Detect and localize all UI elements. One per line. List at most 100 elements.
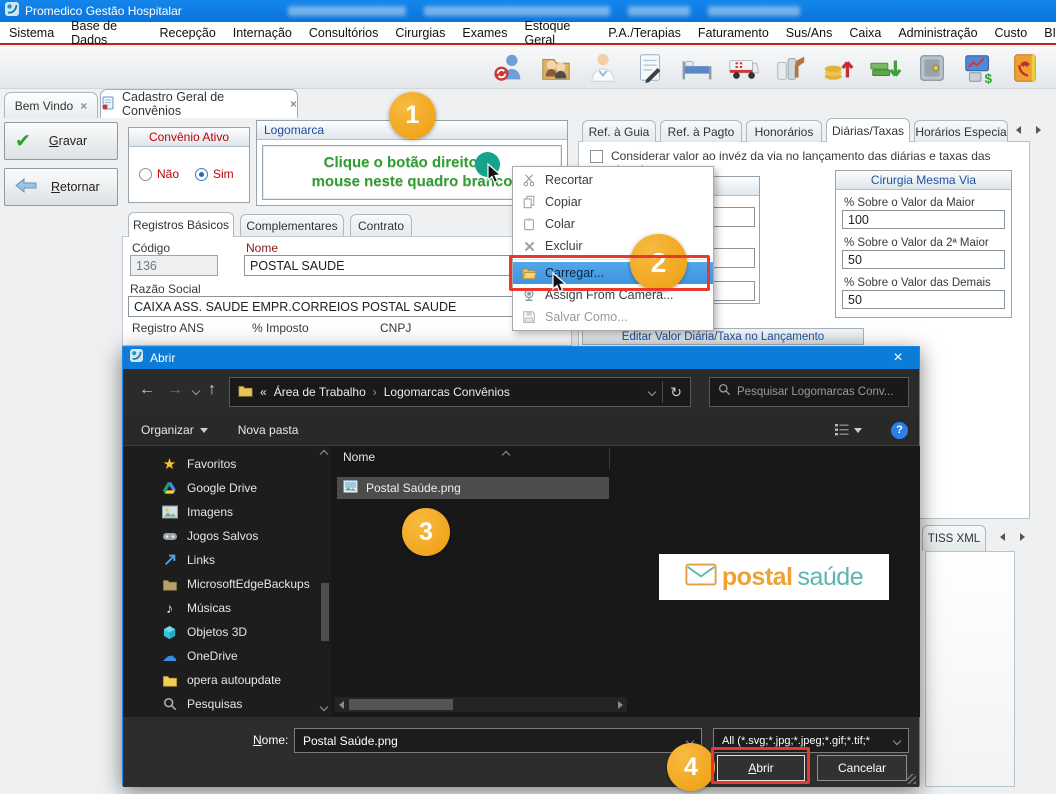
tab-cadastro-convenios[interactable]: Cadastro Geral de Convênios ×	[100, 89, 298, 118]
scrollbar-thumb[interactable]	[349, 699, 453, 710]
close-icon[interactable]: ×	[877, 347, 919, 369]
breadcrumb-area-de-trabalho[interactable]: Área de Trabalho	[274, 385, 366, 399]
sidebar-item-links[interactable]: Links	[123, 548, 331, 572]
address-dropdown-icon[interactable]	[648, 388, 656, 396]
nav-back-icon[interactable]: ←	[139, 381, 155, 399]
menu-consultorios[interactable]: Consultórios	[309, 26, 378, 40]
tab-horarios-especiais[interactable]: Horários Especia	[914, 120, 1008, 142]
tab-scroll-left-icon[interactable]	[1016, 126, 1021, 134]
tree-scrollbar[interactable]	[318, 446, 331, 717]
sidebar-item-onedrive[interactable]: ☁OneDrive	[123, 644, 331, 668]
tab-diarias-taxas[interactable]: Diárias/Taxas	[826, 118, 910, 142]
expenses-down-icon[interactable]	[867, 50, 903, 86]
checkbox-icon[interactable]	[590, 150, 603, 163]
breadcrumb-logomarcas-convenios[interactable]: Logomarcas Convênios	[384, 385, 643, 399]
tab-scroll-right-icon[interactable]	[1036, 126, 1041, 134]
radio-icon[interactable]	[139, 168, 152, 181]
search-input[interactable]	[737, 386, 900, 398]
view-mode-button[interactable]	[835, 424, 862, 436]
sidebar-item-objetos-3d[interactable]: Objetos 3D	[123, 620, 331, 644]
menu-item-label: Recortar	[545, 173, 593, 187]
sidebar-item-microsoftedgebackups[interactable]: MicrosoftEdgeBackups	[123, 572, 331, 596]
menu-pa-terapias[interactable]: P.A./Terapias	[608, 26, 681, 40]
menu-internacao[interactable]: Internação	[233, 26, 292, 40]
cancel-button[interactable]: Cancelar	[817, 755, 907, 781]
organize-button[interactable]: Organizar	[141, 423, 208, 437]
contracts-icon[interactable]	[632, 50, 668, 86]
doctor-icon[interactable]	[585, 50, 621, 86]
valor-demais-field[interactable]: 50	[842, 290, 1005, 309]
help-button[interactable]: ?	[891, 422, 908, 439]
menu-estoque-geral[interactable]: Estoque Geral	[525, 19, 592, 47]
refresh-icon[interactable]: ↻	[670, 384, 682, 401]
breadcrumb-root-chevron[interactable]: «	[260, 385, 267, 399]
tab-bem-vindo[interactable]: Bem Vindo ×	[4, 92, 98, 118]
menu-exames[interactable]: Exames	[462, 26, 507, 40]
menu-recepcao[interactable]: Recepção	[159, 26, 215, 40]
scrollbar-thumb[interactable]	[321, 583, 329, 641]
hospital-bed-icon[interactable]	[679, 50, 715, 86]
tab-scroll-right-icon[interactable]	[1020, 533, 1025, 541]
valor-2-maior-field[interactable]: 50	[842, 250, 1005, 269]
menu-administracao[interactable]: Administração	[898, 26, 977, 40]
financial-reports-icon[interactable]: $	[961, 50, 997, 86]
nav-history-chevron-icon[interactable]	[192, 387, 200, 395]
pharmacy-icon[interactable]	[773, 50, 809, 86]
search-box[interactable]	[709, 377, 909, 407]
radio-sim[interactable]: Sim	[195, 167, 234, 181]
menu-base-de-dados[interactable]: Base de Dados	[71, 19, 142, 47]
valor-maior-field[interactable]: 100	[842, 210, 1005, 229]
nav-up-icon[interactable]: ↑	[208, 381, 216, 399]
sidebar-item-favoritos[interactable]: ★Favoritos	[123, 452, 331, 476]
nav-forward-icon[interactable]: →	[167, 381, 183, 399]
menu-cirurgias[interactable]: Cirurgias	[395, 26, 445, 40]
tab-honorarios[interactable]: Honorários	[746, 120, 822, 142]
sidebar-item-opera-autoupdate[interactable]: opera autoupdate	[123, 668, 331, 692]
column-divider[interactable]	[609, 448, 610, 469]
menu-sistema[interactable]: Sistema	[9, 26, 54, 40]
menu-item-salvar-como[interactable]: Salvar Como...	[513, 306, 713, 328]
column-header-nome[interactable]: Nome	[343, 450, 375, 464]
sidebar-item-pesquisas[interactable]: Pesquisas	[123, 692, 331, 716]
save-button[interactable]: ✔ Gravar	[4, 122, 118, 160]
menu-caixa[interactable]: Caixa	[849, 26, 881, 40]
close-tab-icon[interactable]: ×	[80, 99, 87, 113]
menu-item-recortar[interactable]: Recortar	[513, 169, 713, 191]
safe-icon[interactable]	[914, 50, 950, 86]
radio-icon[interactable]	[195, 168, 208, 181]
tab-scroll-left-icon[interactable]	[1000, 533, 1005, 541]
phone-directory-icon[interactable]	[1008, 50, 1044, 86]
sidebar-item-jogos-salvos[interactable]: Jogos Salvos	[123, 524, 331, 548]
tab-registros-basicos[interactable]: Registros Básicos	[128, 212, 234, 237]
tab-ref-pagto[interactable]: Ref. à Pagto	[660, 120, 742, 142]
menu-faturamento[interactable]: Faturamento	[698, 26, 769, 40]
horizontal-scrollbar[interactable]	[335, 697, 627, 712]
filename-combo[interactable]: Postal Saúde.png	[294, 728, 702, 753]
menu-sus-ans[interactable]: Sus/Ans	[786, 26, 833, 40]
tab-tiss-xml[interactable]: TISS XML	[922, 525, 986, 551]
close-tab-icon[interactable]: ×	[290, 97, 297, 111]
new-folder-button[interactable]: Nova pasta	[238, 423, 299, 437]
sidebar-item-musicas[interactable]: ♪Músicas	[123, 596, 331, 620]
radio-label: Não	[157, 167, 179, 181]
ambulance-icon[interactable]	[726, 50, 762, 86]
tree-label: Objetos 3D	[187, 625, 247, 639]
tab-ref-guia[interactable]: Ref. à Guia	[582, 120, 656, 142]
tab-contrato[interactable]: Contrato	[350, 214, 412, 237]
back-button[interactable]: Retornar	[4, 168, 118, 206]
radio-nao[interactable]: Não	[139, 167, 179, 181]
patient-records-icon[interactable]	[538, 50, 574, 86]
sidebar-item-imagens[interactable]: Imagens	[123, 500, 331, 524]
tab-complementares[interactable]: Complementares	[240, 214, 344, 237]
resize-grip[interactable]	[906, 774, 916, 784]
sidebar-item-google-drive[interactable]: Google Drive	[123, 476, 331, 500]
menu-bi[interactable]: BI	[1044, 26, 1056, 40]
address-bar[interactable]: « Área de Trabalho › Logomarcas Convênio…	[229, 377, 691, 407]
file-row-postal-saude[interactable]: Postal Saúde.png	[337, 477, 609, 499]
razao-social-field[interactable]: CAIXA ASS. SAUDE EMPR.CORREIOS POSTAL SA…	[128, 296, 562, 317]
menu-item-copiar[interactable]: Copiar	[513, 191, 713, 213]
menu-custo[interactable]: Custo	[995, 26, 1028, 40]
menu-item-colar[interactable]: Colar	[513, 213, 713, 235]
sync-contacts-icon[interactable]	[491, 50, 527, 86]
revenue-up-icon[interactable]	[820, 50, 856, 86]
